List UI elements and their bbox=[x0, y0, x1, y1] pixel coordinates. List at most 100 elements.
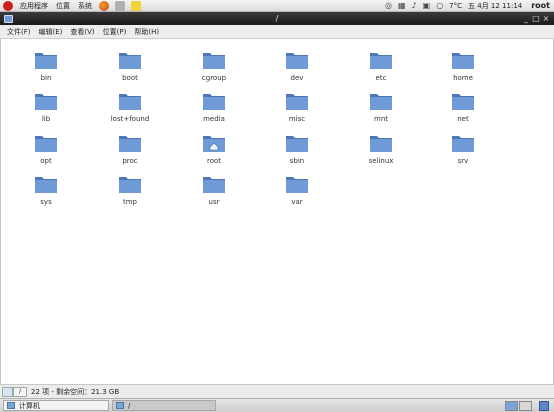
folder-icon bbox=[452, 136, 474, 152]
folder-icon bbox=[35, 177, 57, 193]
menu-edit[interactable]: 编辑(E) bbox=[35, 27, 67, 37]
folder-label: misc bbox=[288, 115, 306, 123]
folder-item[interactable]: net bbox=[433, 85, 493, 125]
system-menu[interactable]: 系统 bbox=[74, 0, 96, 12]
folder-label: home bbox=[453, 74, 473, 82]
computer-icon bbox=[7, 402, 15, 409]
folder-label: tmp bbox=[122, 198, 137, 206]
folder-label: bin bbox=[40, 74, 52, 82]
task-root-folder[interactable]: / bbox=[112, 400, 216, 411]
folder-item[interactable]: mnt bbox=[351, 85, 411, 125]
folder-item[interactable]: etc bbox=[351, 44, 411, 84]
places-menu[interactable]: 位置 bbox=[52, 0, 74, 12]
folder-label: cgroup bbox=[201, 74, 227, 82]
maximize-button[interactable]: □ bbox=[531, 14, 541, 23]
folder-icon bbox=[286, 53, 308, 69]
folder-icon bbox=[370, 94, 392, 110]
firefox-icon[interactable] bbox=[99, 0, 109, 11]
minimize-button[interactable]: _ bbox=[521, 14, 531, 23]
folder-item[interactable]: selinux bbox=[351, 127, 411, 167]
network-icon[interactable]: ▦ bbox=[398, 0, 406, 12]
folder-item[interactable]: bin bbox=[16, 44, 76, 84]
folder-icon bbox=[286, 136, 308, 152]
folder-icon bbox=[370, 136, 392, 152]
task-label: / bbox=[128, 401, 131, 410]
network-manager-icon[interactable]: ▣ bbox=[423, 0, 431, 12]
clock[interactable]: 五 4月 12 11:14 bbox=[468, 1, 522, 11]
folder-label: selinux bbox=[368, 157, 394, 165]
folder-icon bbox=[203, 177, 225, 193]
places-toggle-button[interactable] bbox=[2, 386, 13, 397]
notes-icon[interactable] bbox=[131, 0, 141, 11]
folder-icon bbox=[119, 94, 141, 110]
folder-icon bbox=[286, 177, 308, 193]
folder-label: opt bbox=[40, 157, 52, 165]
folder-item[interactable]: cgroup bbox=[184, 44, 244, 84]
window-title: / bbox=[275, 14, 279, 23]
file-icon-view[interactable]: bin boot cgroup dev etc home lib lost+found medi… bbox=[0, 39, 554, 384]
folder-icon bbox=[119, 136, 141, 152]
folder-label: lib bbox=[41, 115, 51, 123]
task-computer[interactable]: 计算机 bbox=[3, 400, 109, 411]
bottom-taskbar: 计算机 / bbox=[0, 398, 554, 412]
folder-label: srv bbox=[457, 157, 469, 165]
window-titlebar[interactable]: / _ □ × bbox=[0, 12, 554, 25]
menu-file[interactable]: 文件(F) bbox=[3, 27, 35, 37]
folder-item[interactable]: lib bbox=[16, 85, 76, 125]
folder-icon bbox=[119, 53, 141, 69]
folder-item[interactable]: sys bbox=[16, 168, 76, 208]
menu-view[interactable]: 查看(V) bbox=[66, 27, 98, 37]
folder-item[interactable]: boot bbox=[100, 44, 160, 84]
folder-label: mnt bbox=[374, 115, 388, 123]
folder-icon bbox=[370, 53, 392, 69]
folder-item[interactable]: dev bbox=[267, 44, 327, 84]
folder-item[interactable]: lost+found bbox=[100, 85, 160, 125]
menu-places[interactable]: 位置(P) bbox=[99, 27, 131, 37]
folder-item[interactable]: proc bbox=[100, 127, 160, 167]
folder-label: etc bbox=[375, 74, 387, 82]
folder-icon bbox=[35, 136, 57, 152]
folder-icon bbox=[35, 53, 57, 69]
status-text: 22 项 - 剩余空间：21.3 GB bbox=[31, 387, 120, 396]
folder-label: root bbox=[206, 157, 222, 165]
folder-item[interactable]: media bbox=[184, 85, 244, 125]
folder-item[interactable]: home bbox=[433, 44, 493, 84]
volume-icon[interactable]: ♪ bbox=[412, 0, 417, 12]
email-icon[interactable] bbox=[115, 0, 125, 11]
folder-item[interactable]: misc bbox=[267, 85, 327, 125]
folder-icon bbox=[35, 94, 57, 110]
folder-label: usr bbox=[208, 198, 220, 206]
folder-icon bbox=[203, 136, 225, 152]
folder-icon bbox=[203, 94, 225, 110]
workspace-1[interactable] bbox=[505, 400, 518, 411]
folder-label: media bbox=[203, 115, 225, 123]
path-dropdown[interactable]: / bbox=[13, 386, 27, 397]
folder-item[interactable]: sbin bbox=[267, 127, 327, 167]
update-icon[interactable]: ◎ bbox=[385, 0, 392, 12]
close-button[interactable]: × bbox=[541, 14, 551, 23]
task-label: 计算机 bbox=[19, 401, 40, 410]
folder-label: dev bbox=[290, 74, 304, 82]
statusbar: / 22 项 - 剩余空间：21.3 GB bbox=[0, 384, 554, 398]
folder-icon bbox=[203, 53, 225, 69]
top-panel: 应用程序 位置 系统 ◎ ▦ ♪ ▣ ○ 7°C 五 4月 12 11:14 r… bbox=[0, 0, 554, 12]
folder-icon bbox=[452, 94, 474, 110]
menubar: 文件(F) 编辑(E) 查看(V) 位置(P) 帮助(H) bbox=[0, 25, 554, 39]
folder-item[interactable]: root bbox=[184, 127, 244, 167]
trash-icon[interactable] bbox=[539, 400, 549, 411]
menu-help[interactable]: 帮助(H) bbox=[130, 27, 163, 37]
applications-menu[interactable]: 应用程序 bbox=[16, 0, 52, 12]
redhat-logo-icon[interactable] bbox=[3, 0, 13, 11]
folder-item[interactable]: tmp bbox=[100, 168, 160, 208]
folder-item[interactable]: opt bbox=[16, 127, 76, 167]
folder-label: var bbox=[291, 198, 303, 206]
folder-item[interactable]: var bbox=[267, 168, 327, 208]
folder-item[interactable]: usr bbox=[184, 168, 244, 208]
folder-label: lost+found bbox=[110, 115, 150, 123]
workspace-2[interactable] bbox=[519, 400, 532, 411]
user-name[interactable]: root bbox=[531, 1, 550, 10]
folder-icon bbox=[116, 402, 124, 409]
weather-icon: ○ bbox=[436, 0, 444, 10]
folder-item[interactable]: srv bbox=[433, 127, 493, 167]
folder-icon bbox=[286, 94, 308, 110]
